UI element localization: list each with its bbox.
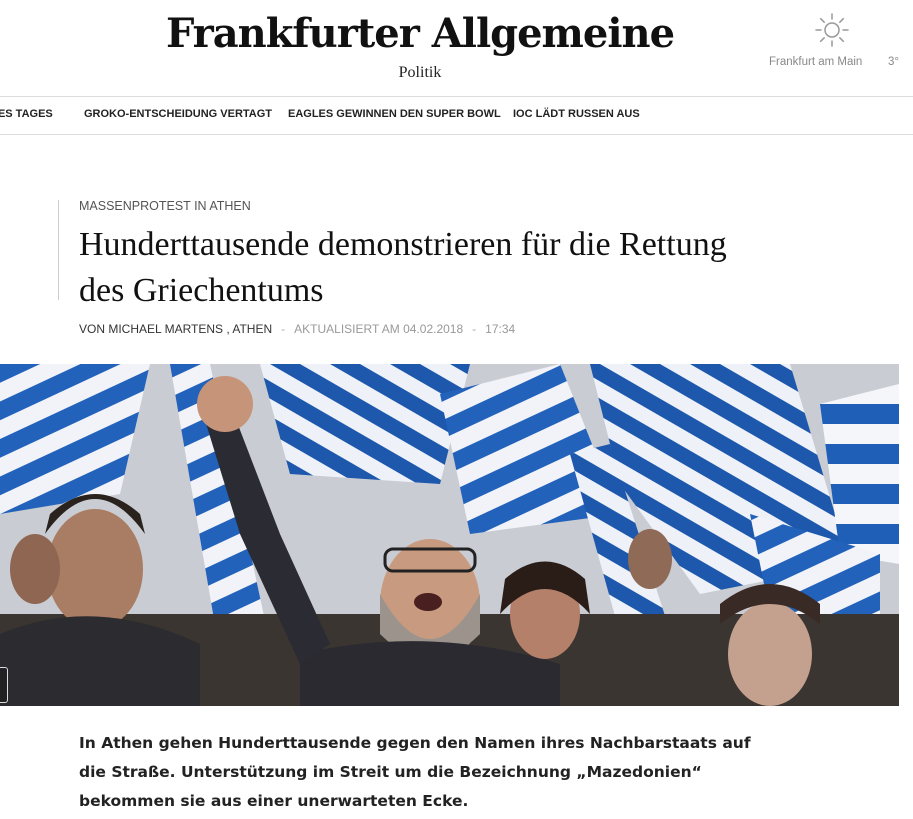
site-logo[interactable]: Frankfurter Allgemeine	[0, 10, 840, 57]
weather-temperature: 3°	[888, 56, 899, 68]
byline-author[interactable]: VON MICHAEL MARTENS , ATHEN	[79, 322, 272, 336]
article-teaser: In Athen gehen Hunderttausende gegen den…	[79, 734, 751, 810]
weather-city: Frankfurt am Main	[769, 56, 863, 68]
byline-separator: -	[281, 322, 286, 336]
gallery-control[interactable]	[0, 667, 8, 703]
section-title[interactable]: Politik	[0, 64, 840, 82]
nav-item-eagles[interactable]: EAGLES GEWINNEN DEN SUPER BOWL	[288, 108, 501, 120]
nav-item-groko[interactable]: GROKO-ENTSCHEIDUNG VERTAGT	[84, 108, 272, 120]
nav-item-ioc[interactable]: IOC LÄDT RUSSEN AUS	[513, 108, 640, 120]
weather-widget[interactable]: Frankfurt am Main 3°	[769, 12, 899, 72]
hero-image[interactable]	[0, 364, 899, 706]
byline-updated: AKTUALISIERT AM 04.02.2018	[294, 322, 464, 336]
byline-time: 17:34	[485, 322, 516, 336]
article-byline: VON MICHAEL MARTENS , ATHEN - AKTUALISIERT…	[79, 322, 515, 336]
site-header: Frankfurter Allgemeine Politik Frankfurt…	[0, 0, 913, 96]
nav-item-des-tages[interactable]: DES TAGES	[0, 108, 53, 120]
article-headline: Hunderttausende demonstrieren für die Re…	[79, 226, 727, 309]
byline-separator: -	[472, 322, 477, 336]
article-kicker: MASSENPROTEST IN ATHEN	[79, 199, 251, 213]
sun-icon	[815, 13, 849, 47]
protest-photo	[0, 364, 899, 706]
topic-nav: DES TAGES GROKO-ENTSCHEIDUNG VERTAGT EAG…	[0, 96, 913, 135]
